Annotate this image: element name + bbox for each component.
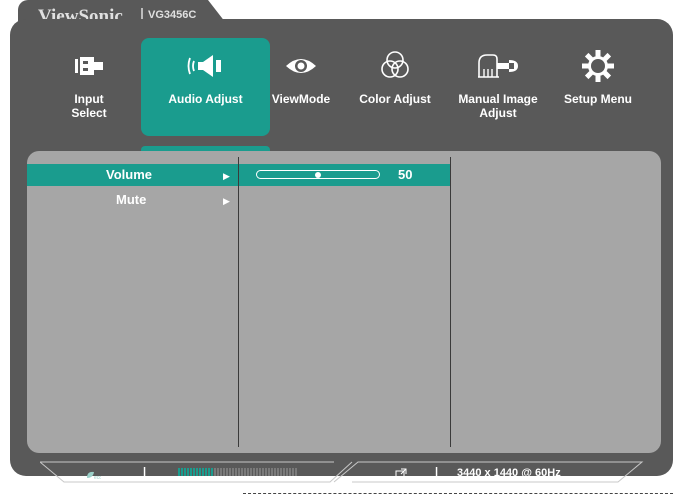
volume-value: 50: [398, 167, 413, 182]
column-divider: [450, 157, 451, 447]
level-meter-bar: [190, 468, 192, 476]
input-icon: [73, 48, 105, 84]
external-link-icon: [395, 467, 407, 485]
level-meter-bar: [274, 468, 276, 476]
level-meter-bar: [226, 468, 228, 476]
chevron-right-icon: ▶: [223, 196, 230, 206]
level-meter-bar: [235, 468, 237, 476]
menu-label: Input: [74, 92, 104, 106]
level-meter-bar: [268, 468, 270, 476]
level-meter-bar: [295, 468, 297, 476]
hand-wrench-icon: [475, 48, 521, 84]
menu-label: Audio Adjust: [168, 92, 243, 106]
level-meter-bar: [241, 468, 243, 476]
level-meter-bar: [187, 468, 189, 476]
menu-manual-image-adjust[interactable]: Manual Image Adjust: [450, 38, 546, 136]
menu-label: Setup Menu: [564, 92, 632, 106]
eye-icon: [284, 48, 318, 84]
level-meter-bar: [181, 468, 183, 476]
level-meter-bar: [286, 468, 288, 476]
menu-audio-adjust[interactable]: Audio Adjust: [141, 38, 270, 136]
status-separator: |: [435, 466, 439, 478]
submenu-item-mute[interactable]: Mute: [116, 192, 146, 207]
menu-label: Manual Image: [458, 92, 538, 106]
level-meter-bar: [244, 468, 246, 476]
svg-text:eco: eco: [94, 475, 101, 480]
volume-slider-knob[interactable]: [315, 172, 321, 178]
level-meter-bar: [292, 468, 294, 476]
submenu-item-volume[interactable]: Volume: [106, 167, 152, 182]
level-meter-bar: [283, 468, 285, 476]
level-meter-bar: [229, 468, 231, 476]
speaker-icon: [186, 48, 226, 84]
menu-label: Color Adjust: [359, 92, 431, 106]
level-meter: [178, 468, 297, 476]
level-meter-bar: [238, 468, 240, 476]
level-meter-bar: [193, 468, 195, 476]
level-meter-bar: [220, 468, 222, 476]
dashed-divider: [243, 493, 673, 494]
menu-setup[interactable]: Setup Menu: [556, 38, 640, 136]
menu-label: Select: [71, 106, 107, 120]
level-meter-bar: [247, 468, 249, 476]
level-meter-bar: [250, 468, 252, 476]
level-meter-bar: [217, 468, 219, 476]
level-meter-bar: [289, 468, 291, 476]
level-meter-bar: [271, 468, 273, 476]
level-meter-bar: [196, 468, 198, 476]
column-divider: [238, 157, 239, 447]
menu-label: Adjust: [479, 106, 517, 120]
level-meter-bar: [277, 468, 279, 476]
menu-input-select[interactable]: Input Select: [50, 38, 128, 136]
level-meter-bar: [265, 468, 267, 476]
level-meter-bar: [208, 468, 210, 476]
menu-viewmode[interactable]: ViewMode: [262, 38, 340, 136]
level-meter-bar: [211, 468, 213, 476]
level-meter-bar: [253, 468, 255, 476]
level-meter-bar: [259, 468, 261, 476]
level-meter-bar: [199, 468, 201, 476]
level-meter-bar: [223, 468, 225, 476]
level-meter-bar: [232, 468, 234, 476]
level-meter-bar: [205, 468, 207, 476]
level-meter-bar: [214, 468, 216, 476]
level-meter-bar: [184, 468, 186, 476]
level-meter-bar: [262, 468, 264, 476]
eco-leaf-icon: eco: [85, 467, 102, 485]
color-circles-icon: [378, 48, 412, 84]
chevron-right-icon: ▶: [223, 171, 230, 181]
level-meter-bar: [178, 468, 180, 476]
level-meter-bar: [280, 468, 282, 476]
level-meter-bar: [202, 468, 204, 476]
resolution-text: 3440 x 1440 @ 60Hz: [457, 467, 561, 479]
level-meter-bar: [256, 468, 258, 476]
menu-color-adjust[interactable]: Color Adjust: [350, 38, 440, 136]
status-separator: |: [143, 466, 147, 478]
gear-icon: [581, 48, 615, 84]
menu-label: ViewMode: [271, 92, 331, 106]
